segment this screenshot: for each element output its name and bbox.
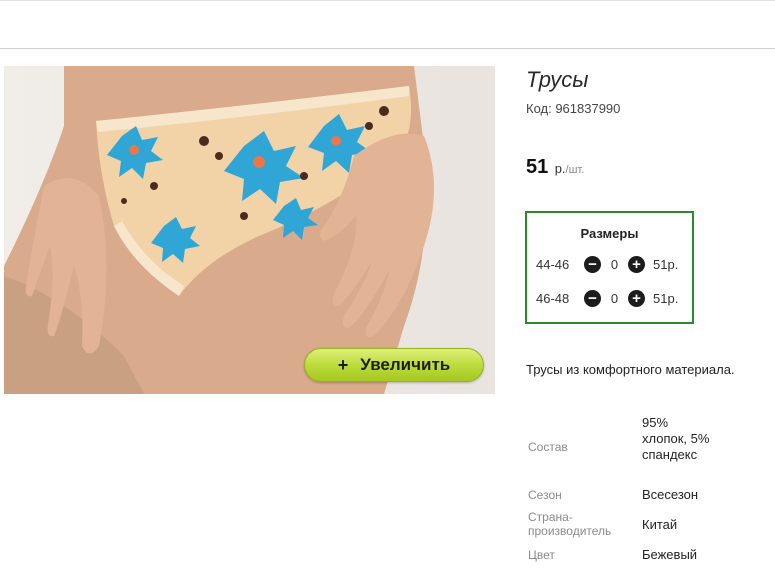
price-unit: р. (554, 161, 566, 176)
attr-label-season: Сезон (528, 488, 562, 502)
product-description: Трусы из комфортного материала. (526, 362, 735, 377)
sizes-title: Размеры (580, 226, 639, 241)
size-price: 51р. (653, 290, 679, 306)
size-quantity[interactable]: 0 (601, 257, 628, 272)
plus-icon[interactable]: + (628, 289, 645, 307)
attr-label-composition: Состав (528, 440, 568, 454)
zoom-label: Увеличить (360, 355, 451, 374)
minus-icon[interactable]: − (584, 255, 601, 273)
minus-icon[interactable]: − (584, 289, 601, 307)
size-label: 44-46 (536, 256, 570, 272)
price: 51 р./шт. (526, 156, 584, 179)
attr-value-composition: 95% хлопок, 5% спандекс (642, 415, 710, 462)
product-photo-illustration (4, 66, 434, 394)
size-row: 44-46 − 0 + 51р. (536, 254, 678, 274)
plus-icon: + (337, 354, 349, 375)
zoom-button[interactable]: + Увеличить (304, 348, 484, 382)
attr-label-country: Страна-производитель (528, 510, 612, 538)
product-code: Код: 961837990 (526, 101, 621, 116)
plus-icon[interactable]: + (628, 255, 645, 273)
size-row: 46-48 − 0 + 51р. (536, 288, 678, 308)
attr-label-color: Цвет (528, 548, 555, 562)
attr-value-country: Китай (642, 517, 678, 532)
product-image[interactable]: + Увеличить (4, 66, 495, 394)
attr-value-season: Всесезон (642, 487, 699, 502)
size-label: 46-48 (536, 290, 570, 306)
attr-value-color: Бежевый (642, 547, 698, 562)
product-title: Трусы (526, 67, 589, 92)
price-value: 51 (526, 156, 549, 178)
size-quantity[interactable]: 0 (601, 291, 628, 306)
top-bar (0, 0, 775, 49)
price-per: /шт. (565, 164, 585, 176)
size-price: 51р. (653, 256, 679, 272)
sizes-panel: Размеры 44-46 − 0 + 51р. 46-48 − 0 + 51р… (525, 211, 694, 324)
